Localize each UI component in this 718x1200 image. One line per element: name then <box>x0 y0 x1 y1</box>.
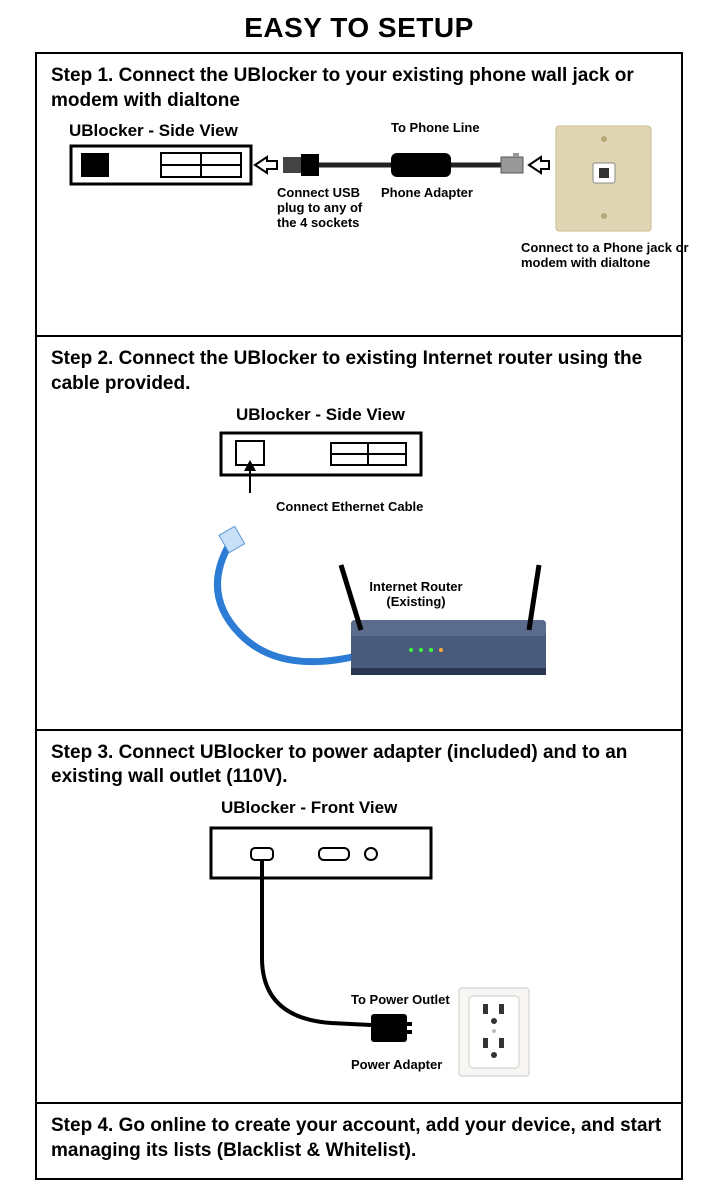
step3-diagram: UBlocker - Front View To Power Outlet Po… <box>51 798 667 1088</box>
step-4: Step 4. Go online to create your account… <box>37 1104 681 1177</box>
step-2: Step 2. Connect the UBlocker to existing… <box>37 337 681 730</box>
step2-svg <box>51 405 671 715</box>
step3-text: Step 3. Connect UBlocker to power adapte… <box>51 741 667 790</box>
page-wrap: EASY TO SETUP Step 1. Connect the UBlock… <box>0 0 718 1200</box>
step3-svg <box>51 798 671 1088</box>
steps-container: Step 1. Connect the UBlocker to your exi… <box>35 52 683 1180</box>
step-3: Step 3. Connect UBlocker to power adapte… <box>37 731 681 1104</box>
step4-text: Step 4. Go online to create your account… <box>51 1114 667 1163</box>
step-1: Step 1. Connect the UBlocker to your exi… <box>37 54 681 337</box>
step1-text: Step 1. Connect the UBlocker to your exi… <box>51 64 667 113</box>
step2-text: Step 2. Connect the UBlocker to existing… <box>51 347 667 396</box>
step1-diagram: UBlocker - Side View To Phone Line Phone… <box>51 121 667 321</box>
step1-svg <box>51 121 671 321</box>
router-icon <box>341 565 546 675</box>
main-title: EASY TO SETUP <box>35 0 683 52</box>
wall-outlet-icon <box>459 988 529 1076</box>
step2-diagram: UBlocker - Side View Connect Ethernet Ca… <box>51 405 667 715</box>
